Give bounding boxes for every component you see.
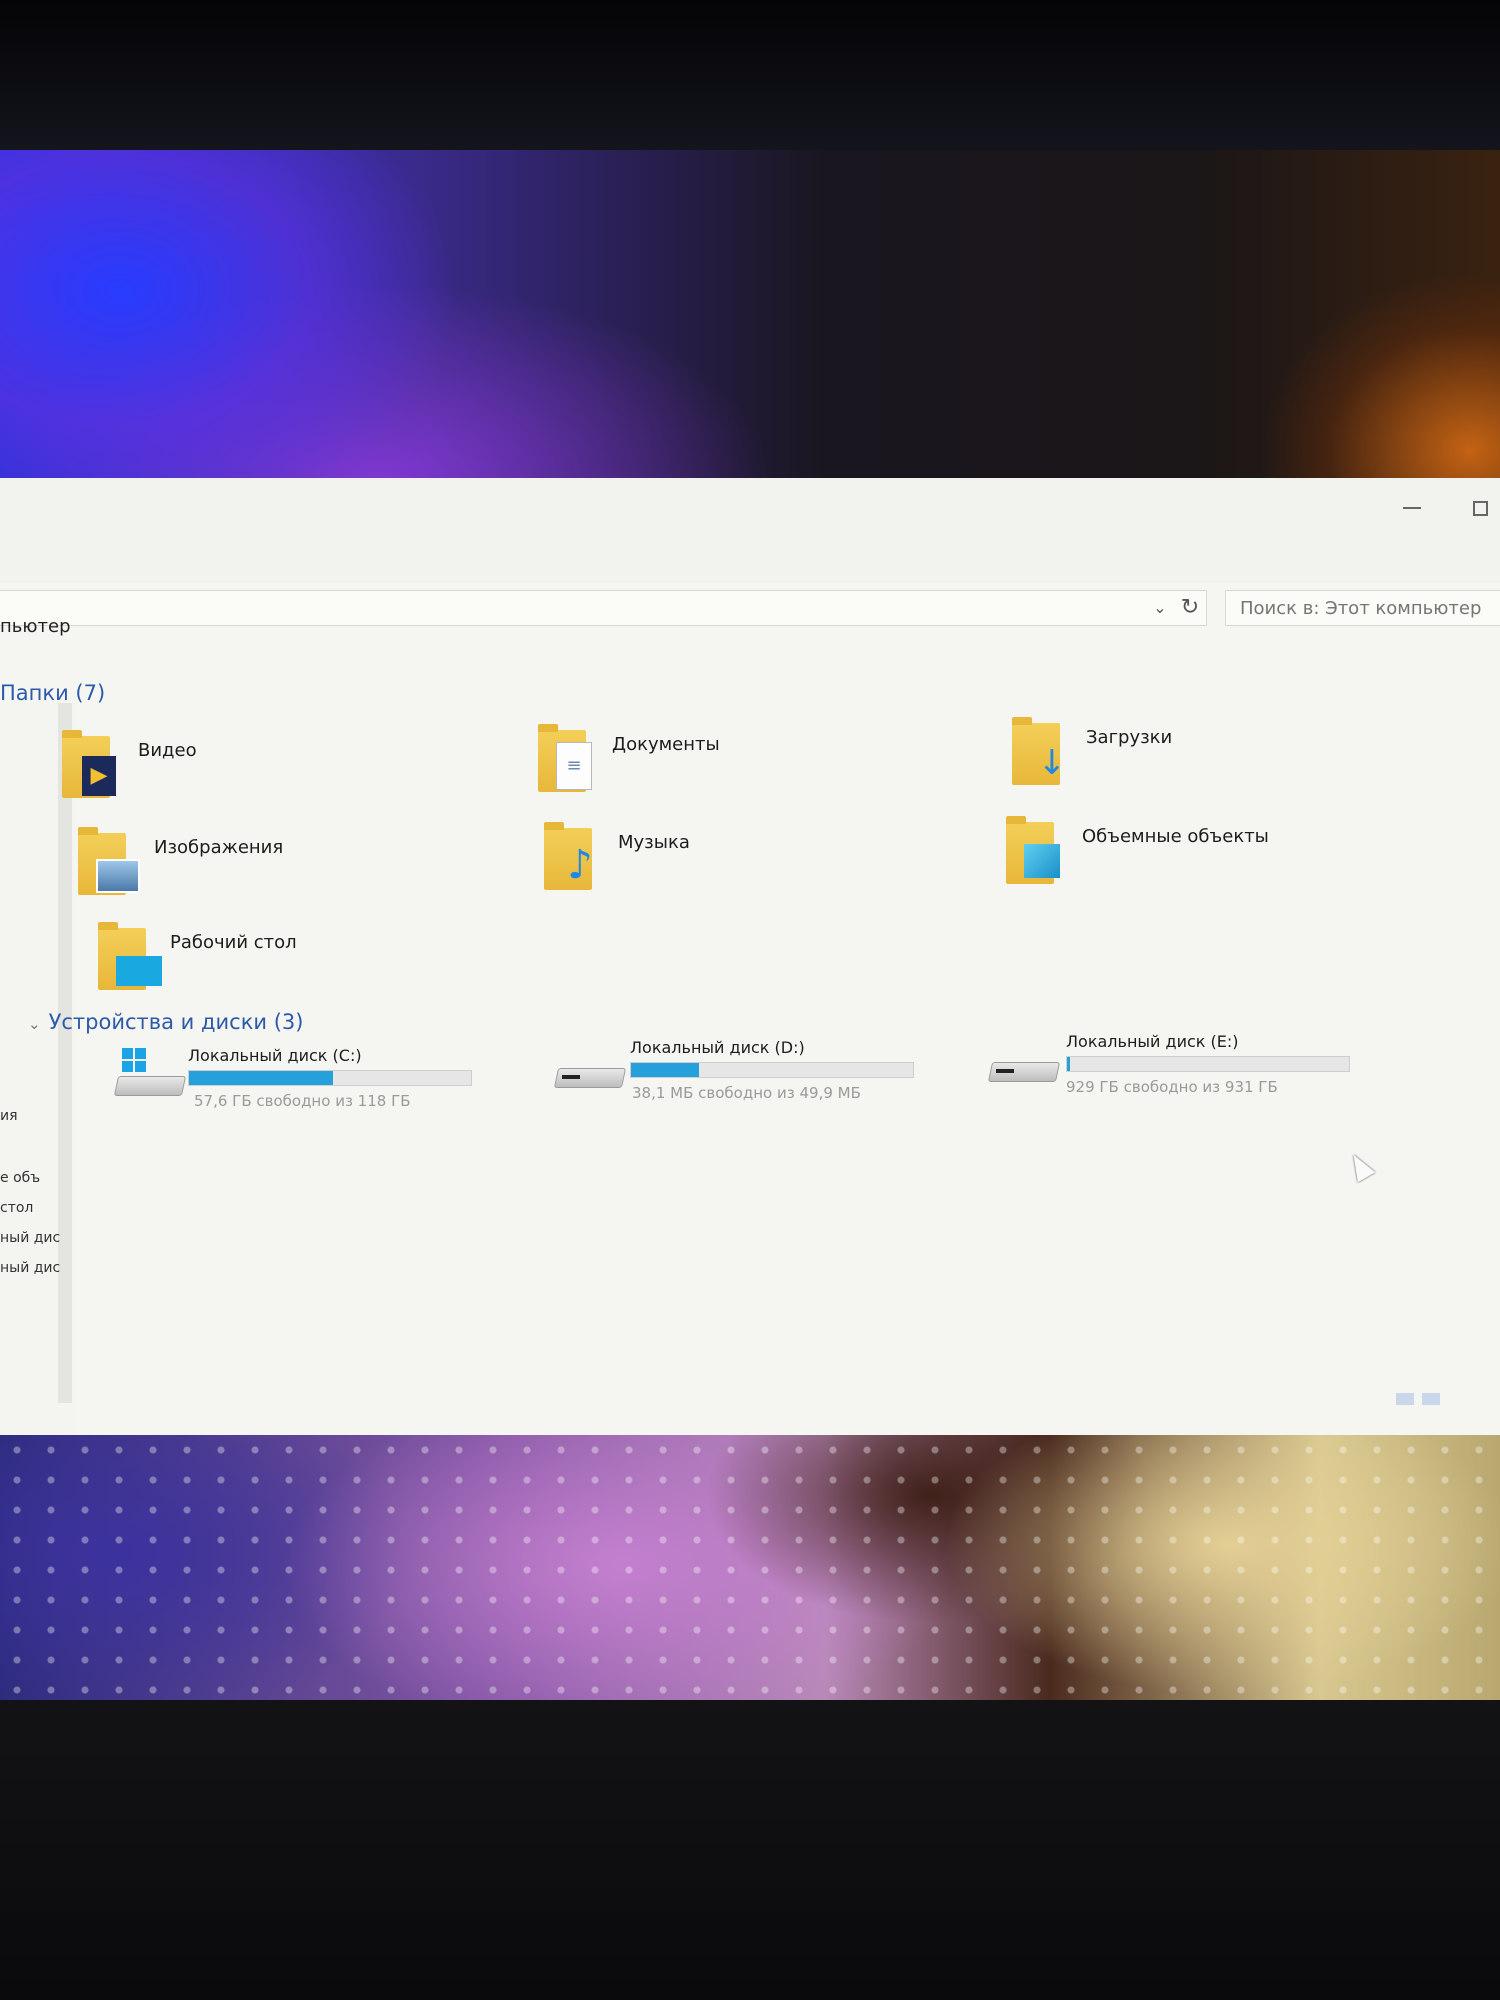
folder-label: Музыка [618, 832, 690, 853]
address-bar[interactable]: ⌄ ↻ [0, 590, 1207, 626]
hard-drive-icon [553, 1056, 627, 1088]
desktop-icon [116, 956, 162, 986]
windows-logo-icon [122, 1048, 146, 1072]
desktop-wallpaper-bottom [0, 1435, 1500, 1700]
title-bar [0, 478, 1500, 583]
nav-item[interactable]: е объ [0, 1170, 40, 1186]
folder-documents[interactable]: ≡ Документы [538, 724, 978, 810]
drive-free-space: 38,1 МБ свободно из 49,9 МБ [632, 1084, 861, 1102]
folder-video[interactable]: ▶ Видео [62, 730, 502, 816]
drive-free-space: 929 ГБ свободно из 931 ГБ [1066, 1078, 1278, 1096]
maximize-button[interactable] [1460, 488, 1500, 528]
nav-item[interactable]: ия [0, 1108, 18, 1124]
folder-3d-objects[interactable]: Объемные объекты [1006, 816, 1446, 902]
drive-usage-bar [188, 1070, 472, 1086]
view-toggle-buttons[interactable] [1396, 1393, 1446, 1409]
drive-usage-bar [1066, 1056, 1350, 1072]
download-arrow-icon: ↓ [1037, 743, 1067, 783]
drive-name: Локальный диск (E:) [1066, 1032, 1239, 1051]
folder-label: Видео [138, 740, 197, 761]
hard-drive-icon [113, 1048, 187, 1096]
monitor-bezel-top [0, 0, 1500, 150]
details-view-icon[interactable] [1396, 1393, 1414, 1405]
cube-icon [1024, 844, 1060, 878]
maximize-icon [1472, 500, 1488, 516]
folder-label: Документы [612, 734, 720, 755]
folder-label: Загрузки [1086, 727, 1173, 748]
desktop-wallpaper-top [0, 150, 1500, 510]
folder-label: Изображения [154, 837, 284, 858]
drive-free-space: 57,6 ГБ свободно из 118 ГБ [194, 1092, 411, 1110]
minimize-button[interactable] [1392, 488, 1432, 528]
folder-downloads[interactable]: ↓ Загрузки [1012, 717, 1452, 803]
video-icon: ▶ [82, 756, 116, 796]
folders-group-header[interactable]: Папки (7) [0, 681, 105, 705]
drive-e[interactable]: Локальный диск (E:) 929 ГБ свободно из 9… [987, 1032, 1370, 1102]
drive-c[interactable]: Локальный диск (C:) 57,6 ГБ свободно из … [113, 1046, 496, 1116]
search-input[interactable] [1225, 590, 1500, 626]
minimize-icon [1403, 507, 1421, 509]
document-icon: ≡ [556, 742, 592, 790]
drive-name: Локальный диск (C:) [188, 1046, 362, 1065]
music-note-icon: ♪ [567, 842, 593, 888]
folder-label: Рабочий стол [170, 932, 297, 953]
chevron-down-icon: ⌄ [28, 1015, 41, 1033]
nav-item[interactable]: ный дис [0, 1230, 60, 1246]
drive-d[interactable]: Локальный диск (D:) 38,1 МБ свободно из … [553, 1038, 936, 1108]
tiles-view-icon[interactable] [1422, 1393, 1440, 1405]
drive-usage-bar [630, 1062, 914, 1078]
folder-music[interactable]: ♪ Музыка [544, 822, 984, 908]
chevron-down-icon[interactable]: ⌄ [1148, 596, 1172, 620]
folder-label: Объемные объекты [1082, 826, 1269, 847]
drive-name: Локальный диск (D:) [630, 1038, 805, 1057]
hard-drive-icon [987, 1050, 1061, 1082]
folder-desktop[interactable]: Рабочий стол [98, 922, 538, 1008]
monitor-bezel-bottom [0, 1700, 1500, 2000]
drives-group-label: Устройства и диски (3) [48, 1010, 304, 1034]
drives-group-header[interactable]: ⌄ Устройства и диски (3) [28, 1010, 303, 1034]
nav-item[interactable]: стол [0, 1200, 33, 1216]
refresh-icon[interactable]: ↻ [1178, 595, 1202, 621]
folder-pictures[interactable]: Изображения [78, 827, 518, 913]
breadcrumb[interactable]: пьютер [0, 616, 71, 637]
image-icon [96, 859, 140, 893]
file-explorer-window: ⌄ ↻ пьютер ия е объ стол ный дис ный дис… [0, 478, 1500, 1440]
nav-item[interactable]: ный дис [0, 1260, 60, 1276]
